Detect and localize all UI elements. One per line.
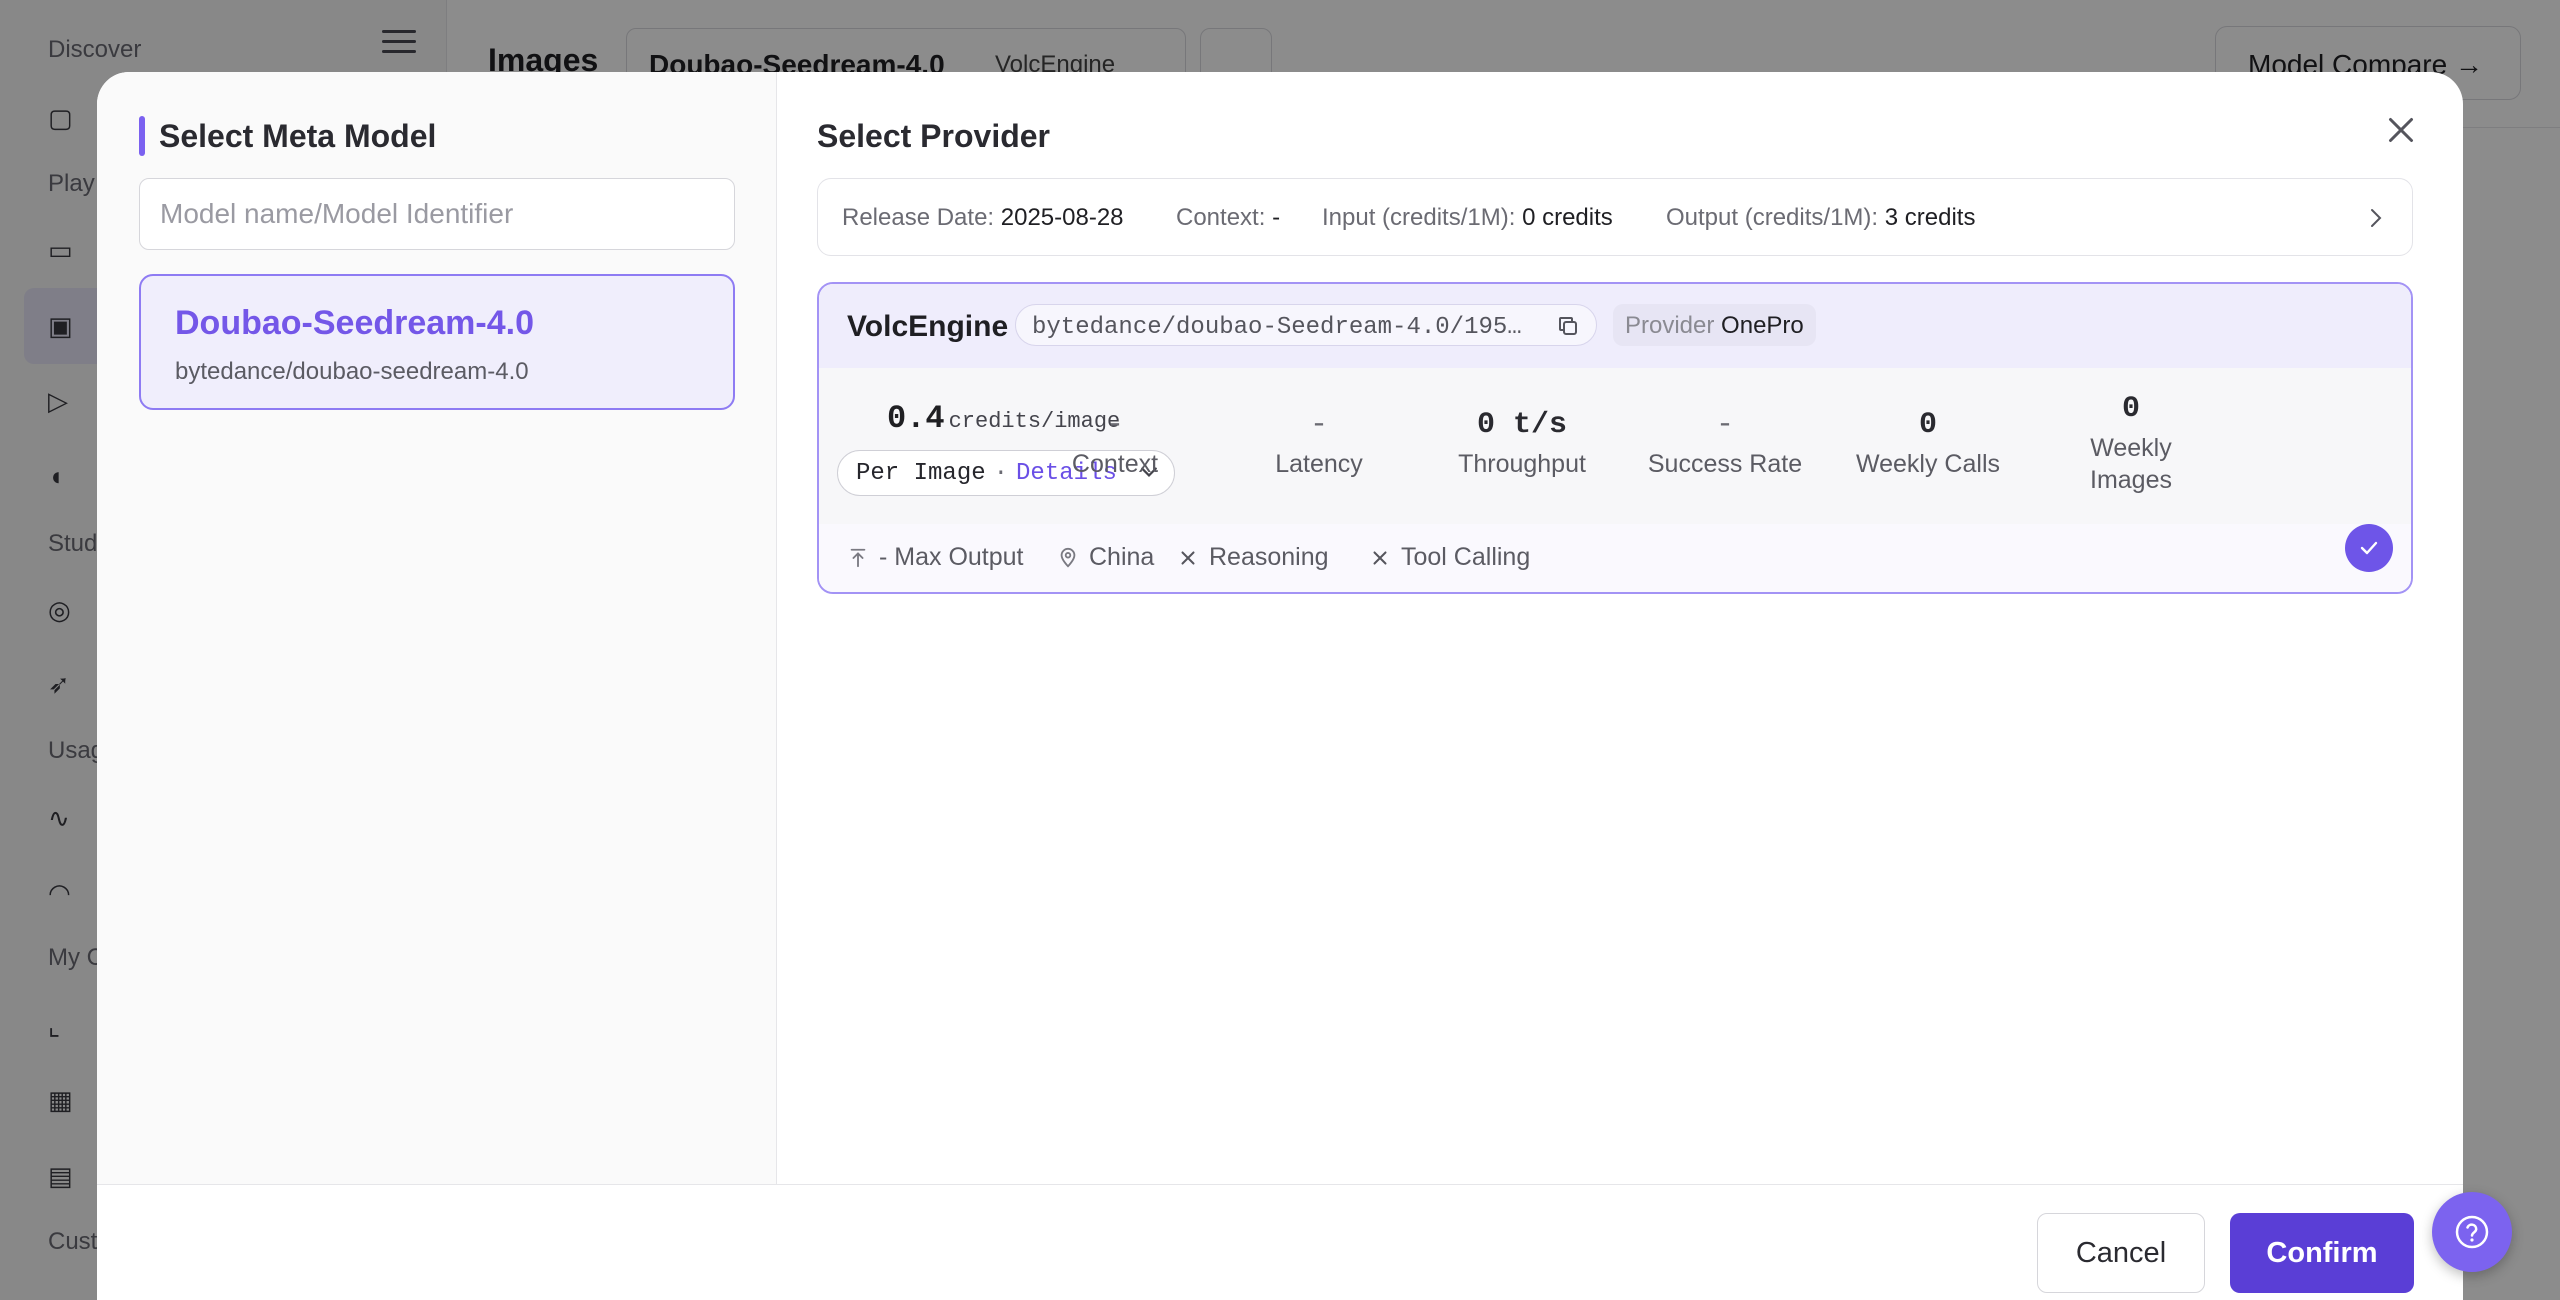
provider-stats: 0.4 credits/image Per Image · Details - Con…	[819, 368, 2411, 524]
provider-card[interactable]: VolcEngine bytedance/doubao-Seedream-4.0…	[817, 282, 2413, 594]
feature-max-output-text: - Max Output	[879, 543, 1024, 571]
meta-model-title: Select Meta Model	[159, 118, 437, 154]
context-value: -	[1272, 204, 1281, 231]
provider-tag-value: OnePro	[1721, 312, 1804, 339]
provider-name: VolcEngine	[847, 310, 1009, 343]
provider-identifier: bytedance/doubao-Seedream-4.0/195…	[1032, 314, 1522, 341]
output-price: Output (credits/1M): 3 credits	[1666, 204, 1975, 232]
stat-latency-value: -	[1309, 408, 1328, 442]
feature-tool-calling-text: Tool Calling	[1401, 543, 1531, 571]
release-date-value: 2025-08-28	[1000, 204, 1124, 231]
output-price-label: Output (credits/1M):	[1666, 204, 1879, 231]
selected-check-badge	[2345, 524, 2393, 572]
context-summary: Context: -	[1176, 204, 1280, 232]
stat-success-rate: - Success Rate	[1625, 408, 1825, 480]
release-date: Release Date: 2025-08-28	[842, 204, 1124, 232]
x-icon	[1373, 551, 1387, 565]
provider-card-header: VolcEngine bytedance/doubao-Seedream-4.0…	[819, 284, 2411, 368]
release-date-label: Release Date:	[842, 204, 995, 231]
provider-pane: Select Provider Release Date: 2025-08-28…	[777, 72, 2463, 1184]
provider-identifier-pill: bytedance/doubao-Seedream-4.0/195…	[1015, 304, 1597, 346]
stat-context-label: Context	[1071, 450, 1159, 478]
stat-weekly-images: 0 Weekly Images	[2031, 392, 2231, 496]
input-price-value: 0 credits	[1522, 204, 1613, 231]
price-mode: Per Image	[856, 460, 986, 487]
provider-features: - Max Output China Reasoning Tool Callin…	[819, 524, 2411, 592]
provider-tag: Provider OnePro	[1613, 304, 1816, 346]
meta-model-pane: Select Meta Model Doubao-Seedream-4.0 by…	[97, 72, 777, 1184]
feature-region-text: China	[1089, 543, 1155, 571]
stat-throughput: 0 t/s Throughput	[1422, 408, 1622, 480]
provider-title: Select Provider	[817, 118, 1050, 154]
cancel-button[interactable]: Cancel	[2037, 1213, 2205, 1293]
close-icon[interactable]	[2383, 112, 2419, 148]
stat-context: - Context	[1015, 408, 1215, 480]
price-separator: ·	[993, 460, 1009, 487]
stat-latency: - Latency	[1219, 408, 1419, 480]
stat-success-rate-value: -	[1715, 408, 1734, 442]
stat-context-value: -	[1105, 408, 1124, 442]
select-model-dialog: Select Meta Model Doubao-Seedream-4.0 by…	[97, 72, 2463, 1300]
stat-weekly-images-value: 0	[2121, 392, 2140, 426]
stat-throughput-label: Throughput	[1458, 450, 1586, 478]
feature-reasoning-text: Reasoning	[1209, 543, 1329, 571]
confirm-button[interactable]: Confirm	[2230, 1213, 2414, 1293]
model-name: Doubao-Seedream-4.0	[175, 304, 534, 342]
stat-weekly-images-label: Weekly Images	[2090, 434, 2172, 494]
help-icon	[2455, 1215, 2489, 1249]
copy-icon[interactable]	[1556, 314, 1580, 338]
feature-reasoning: Reasoning	[1177, 543, 1329, 572]
map-pin-icon	[1060, 547, 1076, 568]
input-price-label: Input (credits/1M):	[1322, 204, 1516, 231]
context-label: Context:	[1176, 204, 1266, 231]
feature-region: China	[1057, 543, 1154, 572]
provider-tag-key: Provider	[1625, 312, 1715, 339]
model-search-input[interactable]	[139, 178, 735, 250]
model-identifier: bytedance/doubao-seedream-4.0	[175, 358, 529, 385]
help-button[interactable]	[2432, 1192, 2512, 1272]
title-accent-bar	[139, 116, 145, 156]
model-list-item[interactable]: Doubao-Seedream-4.0 bytedance/doubao-see…	[139, 274, 735, 410]
stat-latency-label: Latency	[1275, 450, 1363, 478]
output-price-value: 3 credits	[1884, 204, 1976, 231]
stat-throughput-value: 0 t/s	[1476, 408, 1567, 442]
feature-max-output: - Max Output	[847, 543, 1024, 572]
x-icon	[1181, 551, 1195, 565]
model-summary-bar[interactable]: Release Date: 2025-08-28 Context: - Inpu…	[817, 178, 2413, 256]
check-icon	[2360, 541, 2378, 555]
input-price: Input (credits/1M): 0 credits	[1322, 204, 1613, 232]
stat-weekly-calls-label: Weekly Calls	[1855, 450, 2001, 478]
feature-tool-calling: Tool Calling	[1369, 543, 1530, 572]
stat-success-rate-label: Success Rate	[1647, 450, 1803, 478]
stat-weekly-calls: 0 Weekly Calls	[1828, 408, 2028, 480]
chevron-right-icon[interactable]	[2368, 207, 2384, 229]
arrow-up-to-line-icon	[850, 548, 866, 568]
price-value: 0.4	[887, 400, 945, 437]
stat-weekly-calls-value: 0	[1918, 408, 1937, 442]
